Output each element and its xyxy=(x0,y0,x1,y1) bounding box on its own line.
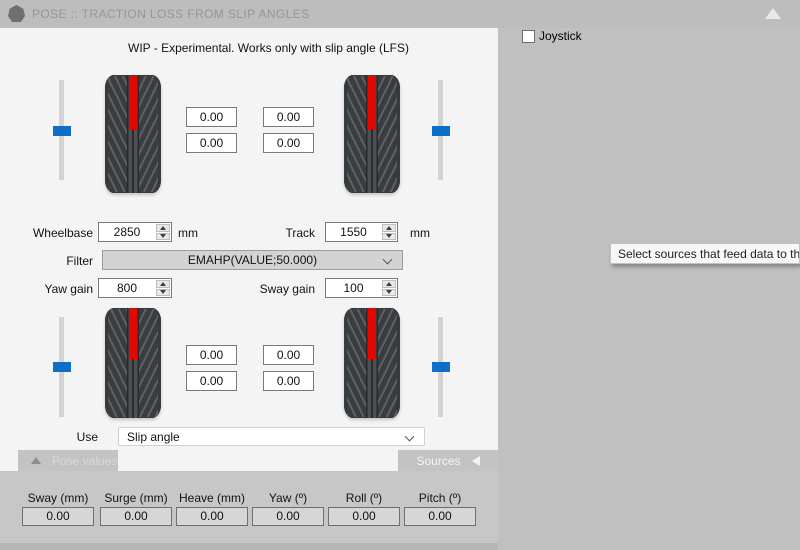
yaw-gain-value[interactable]: 800 xyxy=(99,279,155,297)
rear-readout-1: 0.00 xyxy=(186,345,237,365)
pose-value-heave: 0.00 xyxy=(176,507,248,526)
pose-value-surge: 0.00 xyxy=(100,507,172,526)
spin-down-button[interactable] xyxy=(382,288,396,296)
use-selected-value: Slip angle xyxy=(127,430,180,444)
front-readout-4: 0.00 xyxy=(263,133,314,153)
spin-up-button[interactable] xyxy=(382,224,396,232)
wheelbase-input[interactable]: 2850 xyxy=(98,222,172,242)
spin-up-button[interactable] xyxy=(156,224,170,232)
use-label: Use xyxy=(76,430,98,444)
front-left-slider-thumb[interactable] xyxy=(53,126,71,136)
rear-left-slider-thumb[interactable] xyxy=(53,362,71,372)
rear-readout-4: 0.00 xyxy=(263,371,314,391)
front-right-slider-thumb[interactable] xyxy=(432,126,450,136)
spin-down-button[interactable] xyxy=(156,232,170,240)
arrow-down-icon xyxy=(386,234,392,239)
front-readout-3: 0.00 xyxy=(186,133,237,153)
tire-rear-right xyxy=(344,308,400,418)
pose-value-pitch: 0.00 xyxy=(404,507,476,526)
arrow-up-icon xyxy=(386,225,392,230)
front-readout-1: 0.00 xyxy=(186,107,237,127)
sway-gain-label: Sway gain xyxy=(259,282,315,296)
titlebar: POSE :: TRACTION LOSS FROM SLIP ANGLES xyxy=(0,0,800,28)
wheelbase-value[interactable]: 2850 xyxy=(99,223,155,241)
arrow-down-icon xyxy=(160,290,166,295)
yaw-gain-spin-buttons[interactable] xyxy=(155,279,171,297)
use-dropdown[interactable]: Slip angle xyxy=(118,427,425,446)
track-value[interactable]: 1550 xyxy=(326,223,381,241)
tab-pose-values-label: Pose values xyxy=(52,453,118,468)
panel-bottom-edge xyxy=(0,543,498,550)
arrow-up-icon xyxy=(160,281,166,286)
slip-indicator-front-right xyxy=(368,75,376,130)
track-unit: mm xyxy=(410,226,430,240)
arrow-down-icon xyxy=(386,290,392,295)
wheelbase-unit: mm xyxy=(178,226,198,240)
spin-up-button[interactable] xyxy=(156,280,170,288)
wheelbase-label: Wheelbase xyxy=(32,226,93,240)
module-hexagon-icon xyxy=(8,5,25,22)
arrow-down-icon xyxy=(160,234,166,239)
sway-gain-input[interactable]: 100 xyxy=(325,278,398,298)
yaw-gain-input[interactable]: 800 xyxy=(98,278,172,298)
pose-value-sway: 0.00 xyxy=(22,507,94,526)
spin-down-button[interactable] xyxy=(382,232,396,240)
tab-sources[interactable]: Sources xyxy=(398,450,498,471)
rear-readout-2: 0.00 xyxy=(263,345,314,365)
sway-gain-value[interactable]: 100 xyxy=(326,279,381,297)
pose-label-surge: Surge (mm) xyxy=(104,491,168,505)
spin-down-button[interactable] xyxy=(156,288,170,296)
tire-front-left xyxy=(105,75,161,193)
sources-tooltip: Select sources that feed data to th xyxy=(610,243,800,264)
joystick-label[interactable]: Joystick xyxy=(539,29,582,44)
track-input[interactable]: 1550 xyxy=(325,222,398,242)
filter-label: Filter xyxy=(66,254,93,268)
filter-dropdown[interactable]: EMAHP(VALUE;50.000) xyxy=(102,250,403,270)
filter-selected-value: EMAHP(VALUE;50.000) xyxy=(187,253,318,267)
track-label: Track xyxy=(285,226,315,240)
tab-pose-values[interactable]: Pose values xyxy=(18,450,118,471)
pose-label-roll: Roll (º) xyxy=(345,491,383,505)
arrow-up-icon xyxy=(386,281,392,286)
pose-value-roll: 0.00 xyxy=(328,507,400,526)
joystick-checkbox[interactable] xyxy=(522,30,535,43)
expand-left-icon xyxy=(471,455,480,466)
sway-gain-spin-buttons[interactable] xyxy=(381,279,397,297)
rear-readout-3: 0.00 xyxy=(186,371,237,391)
spin-up-button[interactable] xyxy=(382,280,396,288)
expand-up-icon xyxy=(31,457,41,464)
track-spin-buttons[interactable] xyxy=(381,223,397,241)
arrow-up-icon xyxy=(160,225,166,230)
front-readout-2: 0.00 xyxy=(263,107,314,127)
chevron-down-icon xyxy=(382,254,393,265)
chevron-down-icon xyxy=(404,431,415,442)
pose-label-heave: Heave (mm) xyxy=(178,491,245,505)
wip-note: WIP - Experimental. Works only with slip… xyxy=(128,41,409,55)
pose-label-pitch: Pitch (º) xyxy=(418,491,462,505)
pose-label-yaw: Yaw (º) xyxy=(268,491,308,505)
pose-value-yaw: 0.00 xyxy=(252,507,324,526)
slip-indicator-rear-right xyxy=(368,308,376,359)
wheelbase-spin-buttons[interactable] xyxy=(155,223,171,241)
slip-indicator-front-left xyxy=(129,75,137,130)
rear-right-slider-thumb[interactable] xyxy=(432,362,450,372)
collapse-icon[interactable] xyxy=(765,8,781,19)
tire-front-right xyxy=(344,75,400,193)
pose-label-sway: Sway (mm) xyxy=(27,491,89,505)
yaw-gain-label: Yaw gain xyxy=(44,282,93,296)
window-title: POSE :: TRACTION LOSS FROM SLIP ANGLES xyxy=(32,7,310,21)
slip-indicator-rear-left xyxy=(129,308,137,359)
tab-sources-label: Sources xyxy=(416,453,461,468)
tire-rear-left xyxy=(105,308,161,418)
